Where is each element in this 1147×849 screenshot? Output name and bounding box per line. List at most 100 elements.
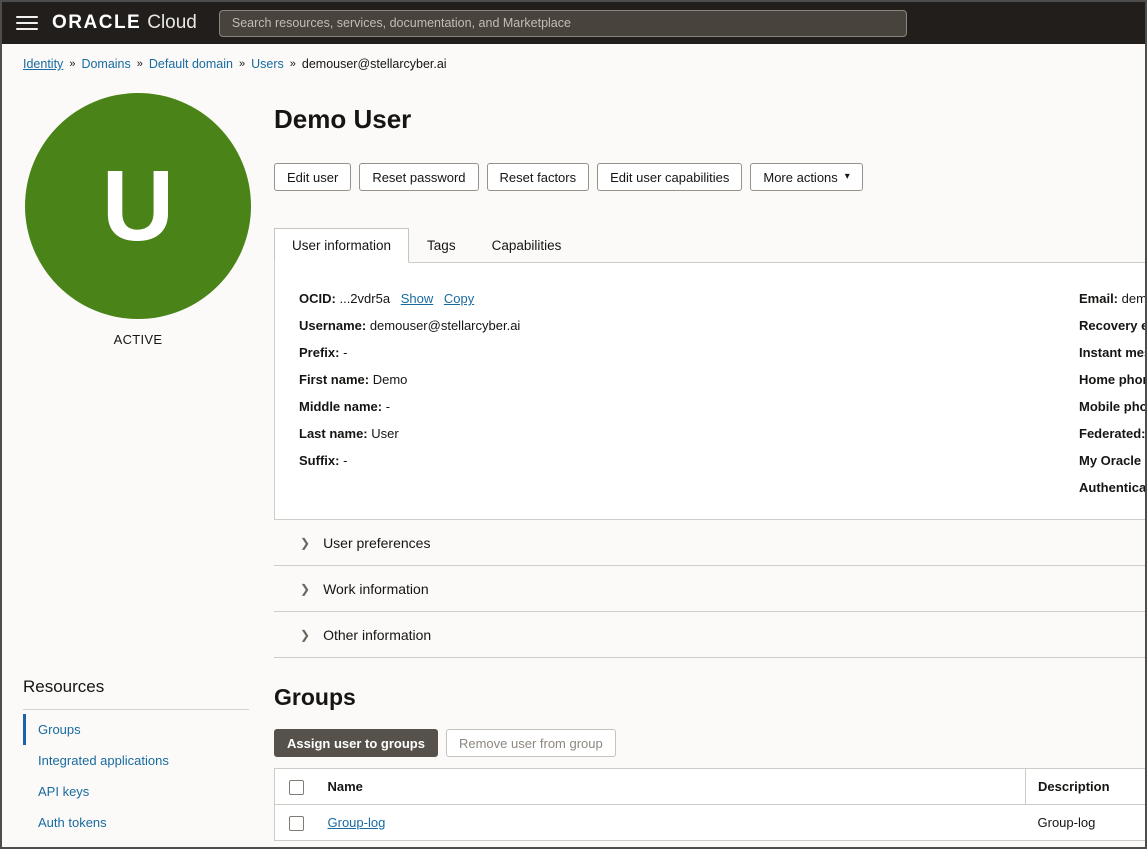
accordion-sections: ❯ User preferences ❯ Work information ❯ …	[274, 520, 1145, 658]
user-information-panel: OCID: ...2vdr5a Show Copy Username: demo…	[274, 262, 1145, 520]
field-recovery-email: Recovery e	[1079, 312, 1147, 339]
topbar: ORACLE Cloud	[2, 2, 1145, 44]
field-label: Prefix:	[299, 345, 339, 360]
chevron-right-icon: ❯	[300, 629, 310, 641]
resources-heading: Resources	[23, 677, 249, 697]
resources-list: Groups Integrated applications API keys …	[23, 714, 249, 838]
assign-user-to-groups-button[interactable]: Assign user to groups	[274, 729, 438, 757]
field-label: Email:	[1079, 291, 1118, 306]
field-ocid: OCID: ...2vdr5a Show Copy	[299, 285, 1145, 312]
select-all-checkbox[interactable]	[289, 780, 304, 795]
user-info-right-column: Email: dem Recovery e Instant mes Home p…	[1079, 285, 1147, 501]
field-first-name: First name: Demo	[299, 366, 1145, 393]
user-info-left-column: OCID: ...2vdr5a Show Copy Username: demo…	[299, 285, 1145, 474]
field-label: Federated:	[1079, 426, 1145, 441]
breadcrumb-separator: »	[290, 58, 296, 70]
breadcrumb-separator: »	[69, 58, 75, 70]
field-value: -	[343, 345, 347, 360]
more-actions-label: More actions	[763, 171, 837, 184]
more-actions-button[interactable]: More actions ▾	[750, 163, 862, 191]
field-label: Recovery e	[1079, 318, 1147, 333]
field-value: User	[371, 426, 398, 441]
field-label: Suffix:	[299, 453, 339, 468]
field-label: Username:	[299, 318, 366, 333]
ocid-label: OCID:	[299, 291, 336, 306]
breadcrumb-users[interactable]: Users	[251, 57, 284, 71]
breadcrumb: Identity » Domains » Default domain » Us…	[2, 44, 1145, 80]
oracle-cloud-logo: ORACLE Cloud	[52, 12, 197, 34]
section-label: Work information	[323, 581, 429, 597]
breadcrumb-separator: »	[239, 58, 245, 70]
groups-table: Name Description Group-log Group-log	[274, 768, 1145, 841]
logo-oracle-text: ORACLE	[52, 12, 141, 34]
field-label: First name:	[299, 372, 369, 387]
table-row: Group-log Group-log	[275, 805, 1146, 841]
main-content: Demo User Edit user Reset password Reset…	[274, 80, 1145, 841]
field-label: Home phon	[1079, 372, 1147, 387]
copy-ocid-link[interactable]: Copy	[444, 291, 474, 306]
field-last-name: Last name: User	[299, 420, 1145, 447]
section-label: User preferences	[323, 535, 430, 551]
breadcrumb-domains[interactable]: Domains	[81, 57, 130, 71]
field-label: Last name:	[299, 426, 368, 441]
edit-user-button[interactable]: Edit user	[274, 163, 351, 191]
field-federated: Federated:	[1079, 420, 1147, 447]
column-header-name: Name	[317, 769, 1026, 805]
section-user-preferences[interactable]: ❯ User preferences	[274, 520, 1145, 566]
field-value: demouser@stellarcyber.ai	[370, 318, 520, 333]
table-header-row: Name Description	[275, 769, 1146, 805]
sidebar-item-auth-tokens[interactable]: Auth tokens	[23, 807, 249, 838]
row-checkbox[interactable]	[289, 816, 304, 831]
tab-bar: User information Tags Capabilities	[274, 228, 1145, 263]
field-my-oracle: My Oracle	[1079, 447, 1147, 474]
chevron-right-icon: ❯	[300, 583, 310, 595]
field-mobile-phone: Mobile pho	[1079, 393, 1147, 420]
field-instant-messaging: Instant mes	[1079, 339, 1147, 366]
avatar-initial: U	[102, 156, 174, 256]
breadcrumb-default-domain[interactable]: Default domain	[149, 57, 233, 71]
field-label: My Oracle	[1079, 453, 1141, 468]
groups-action-row: Assign user to groups Remove user from g…	[274, 729, 1145, 757]
chevron-right-icon: ❯	[300, 537, 310, 549]
field-value: dem	[1122, 291, 1147, 306]
global-search-input[interactable]	[219, 10, 907, 37]
tab-user-information[interactable]: User information	[274, 228, 409, 263]
sidebar-item-api-keys[interactable]: API keys	[23, 776, 249, 807]
reset-factors-button[interactable]: Reset factors	[487, 163, 590, 191]
remove-user-from-group-button[interactable]: Remove user from group	[446, 729, 616, 757]
logo-cloud-text: Cloud	[147, 12, 197, 34]
sidebar-item-groups[interactable]: Groups	[23, 714, 249, 745]
field-suffix: Suffix: -	[299, 447, 1145, 474]
reset-password-button[interactable]: Reset password	[359, 163, 478, 191]
tab-capabilities[interactable]: Capabilities	[474, 228, 580, 263]
show-ocid-link[interactable]: Show	[401, 291, 434, 306]
breadcrumb-separator: »	[137, 58, 143, 70]
group-description: Group-log	[1026, 805, 1146, 841]
breadcrumb-current: demouser@stellarcyber.ai	[302, 57, 447, 71]
field-label: Instant mes	[1079, 345, 1147, 360]
section-work-information[interactable]: ❯ Work information	[274, 566, 1145, 612]
field-middle-name: Middle name: -	[299, 393, 1145, 420]
breadcrumb-identity[interactable]: Identity	[23, 57, 63, 71]
avatar: U	[25, 93, 251, 319]
edit-user-capabilities-button[interactable]: Edit user capabilities	[597, 163, 742, 191]
chevron-down-icon: ▾	[845, 172, 850, 182]
group-name-link[interactable]: Group-log	[328, 815, 386, 830]
resources-section: Resources Groups Integrated applications…	[23, 677, 249, 838]
oracle-cloud-console: ORACLE Cloud Identity » Domains » Defaul…	[0, 0, 1147, 849]
hamburger-bar	[16, 22, 38, 24]
field-prefix: Prefix: -	[299, 339, 1145, 366]
section-other-information[interactable]: ❯ Other information	[274, 612, 1145, 658]
page-title: Demo User	[274, 104, 1145, 135]
tab-tags[interactable]: Tags	[409, 228, 474, 263]
field-value: -	[386, 399, 390, 414]
hamburger-bar	[16, 16, 38, 18]
field-authentication: Authentica	[1079, 474, 1147, 501]
field-label: Authentica	[1079, 480, 1146, 495]
sidebar-item-integrated-applications[interactable]: Integrated applications	[23, 745, 249, 776]
field-value: Demo	[373, 372, 408, 387]
field-label: Mobile pho	[1079, 399, 1147, 414]
hamburger-bar	[16, 28, 38, 30]
action-button-row: Edit user Reset password Reset factors E…	[274, 163, 1145, 191]
hamburger-menu-icon[interactable]	[16, 16, 38, 30]
